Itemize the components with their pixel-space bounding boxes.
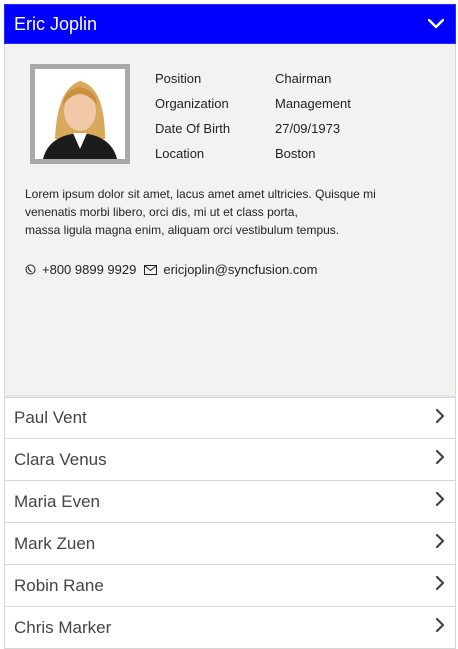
contacts-accordion: Eric Joplin Position Chairman Organizati… xyxy=(4,4,456,649)
detail-row-date-of-birth: Date Of Birth 27/09/1973 xyxy=(155,116,351,141)
chevron-right-icon[interactable] xyxy=(435,449,445,469)
phone-number[interactable]: +800 9899 9929 xyxy=(42,262,136,277)
item-label: Chris Marker xyxy=(14,617,112,637)
header-title: Eric Joplin xyxy=(14,13,98,34)
detail-label: Organization xyxy=(155,96,229,111)
accordion-item-paul-vent[interactable]: Paul Vent xyxy=(4,397,456,439)
profile-details: Position Chairman Organization Managemen… xyxy=(155,66,351,166)
chevron-right-icon[interactable] xyxy=(435,575,445,595)
detail-value: Chairman xyxy=(275,71,332,86)
avatar xyxy=(35,69,125,159)
detail-value: Boston xyxy=(275,146,316,161)
detail-label: Location xyxy=(155,146,205,161)
mail-icon xyxy=(144,264,158,275)
phone-icon xyxy=(25,264,36,275)
chevron-down-icon[interactable] xyxy=(427,15,445,33)
avatar-frame xyxy=(30,64,130,164)
chevron-right-icon[interactable] xyxy=(435,408,445,428)
detail-row-location: Location Boston xyxy=(155,141,351,166)
accordion-item-chris-marker[interactable]: Chris Marker xyxy=(4,607,456,649)
contacts-list: Paul Vent Clara Venus Maria Even Mark Zu… xyxy=(4,395,456,649)
bio-line: venenatis morbi libero, orci dis, mi ut … xyxy=(25,205,298,219)
bio-line: Lorem ipsum dolor sit amet, lacus amet a… xyxy=(25,187,376,201)
bio-line: massa ligula magna enim, aliquam orci ve… xyxy=(25,223,340,237)
detail-row-organization: Organization Management xyxy=(155,91,351,116)
chevron-right-icon[interactable] xyxy=(435,491,445,511)
profile-bio: Lorem ipsum dolor sit amet, lacus amet a… xyxy=(25,185,435,239)
item-label: Clara Venus xyxy=(14,449,107,469)
contact-row: +800 9899 9929 ericjoplin@syncfusion.com xyxy=(25,262,317,277)
accordion-item-robin-rane[interactable]: Robin Rane xyxy=(4,565,456,607)
accordion-item-mark-zuen[interactable]: Mark Zuen xyxy=(4,523,456,565)
detail-label: Date Of Birth xyxy=(155,121,231,136)
item-label: Maria Even xyxy=(14,491,100,511)
detail-row-position: Position Chairman xyxy=(155,66,351,91)
detail-value: 27/09/1973 xyxy=(275,121,341,136)
item-label: Mark Zuen xyxy=(14,533,96,553)
accordion-item-clara-venus[interactable]: Clara Venus xyxy=(4,439,456,481)
detail-label: Position xyxy=(155,71,202,86)
accordion-header-eric-joplin[interactable]: Eric Joplin xyxy=(4,4,456,44)
item-label: Robin Rane xyxy=(14,575,104,595)
chevron-right-icon[interactable] xyxy=(435,617,445,637)
email-address[interactable]: ericjoplin@syncfusion.com xyxy=(163,262,317,277)
detail-value: Management xyxy=(275,96,351,111)
chevron-right-icon[interactable] xyxy=(435,533,445,553)
profile-panel: Position Chairman Organization Managemen… xyxy=(4,44,456,395)
item-label: Paul Vent xyxy=(14,408,87,427)
accordion-item-maria-even[interactable]: Maria Even xyxy=(4,481,456,523)
